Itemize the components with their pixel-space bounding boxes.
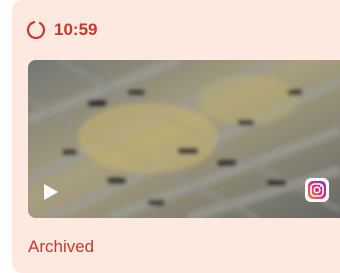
video-thumbnail[interactable] <box>28 60 340 218</box>
instagram-icon <box>305 178 329 202</box>
play-icon[interactable] <box>44 184 58 200</box>
loading-spinner-icon <box>26 20 46 40</box>
time-row: 10:59 <box>26 20 97 40</box>
post-card[interactable]: 10:59 Archived <box>12 0 340 273</box>
aerial-view-thumbnail <box>28 60 340 218</box>
status-label: Archived <box>28 237 95 256</box>
timer-text: 10:59 <box>54 20 98 39</box>
